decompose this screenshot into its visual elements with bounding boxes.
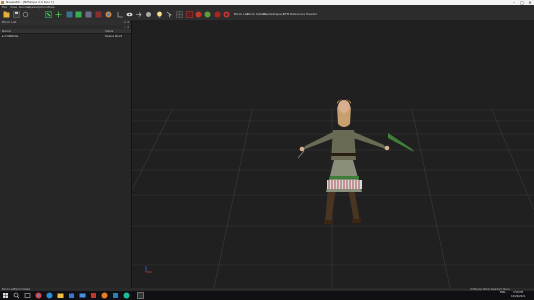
character-model bbox=[297, 99, 414, 224]
eye-icon[interactable] bbox=[126, 11, 133, 18]
windows-start-icon[interactable] bbox=[2, 292, 9, 299]
axes-icon[interactable] bbox=[117, 11, 124, 18]
tray-date[interactable]: 10/26/2021 bbox=[511, 295, 525, 300]
edge-icon[interactable] bbox=[46, 292, 53, 299]
grid-toggle-icon[interactable] bbox=[176, 11, 183, 18]
play-icon[interactable] bbox=[204, 11, 211, 18]
app-icon-red[interactable] bbox=[90, 292, 97, 299]
search-icon[interactable] bbox=[13, 292, 20, 299]
arrow-icon[interactable] bbox=[166, 11, 173, 18]
store-icon[interactable] bbox=[68, 292, 75, 299]
explorer-icon[interactable] bbox=[57, 292, 64, 299]
row-name: ▸ 0 NiNode bbox=[2, 34, 19, 38]
record-icon[interactable] bbox=[195, 11, 202, 18]
task-view-icon[interactable] bbox=[24, 292, 31, 299]
move-tool-icon[interactable] bbox=[55, 11, 62, 18]
tray-language[interactable]: ENG bbox=[500, 291, 505, 296]
specular-icon[interactable] bbox=[95, 11, 102, 18]
select-tool-icon[interactable] bbox=[45, 11, 52, 18]
hide-icon[interactable] bbox=[145, 11, 152, 18]
toolbar-kfm[interactable]: KFM bbox=[283, 11, 289, 18]
wireframe-icon[interactable] bbox=[66, 11, 73, 18]
app-icon bbox=[1, 1, 4, 4]
flip-icon[interactable] bbox=[135, 11, 142, 18]
open-file-icon[interactable] bbox=[3, 11, 10, 18]
light-bulb-icon[interactable] bbox=[156, 11, 163, 18]
bounding-box-icon[interactable] bbox=[186, 11, 193, 18]
render-viewport[interactable] bbox=[132, 20, 534, 288]
os-taskbar: ENG 3:58 PM 10/26/2021 bbox=[0, 291, 534, 300]
nifskope-taskbar-icon[interactable] bbox=[137, 292, 144, 299]
app-icon-teal[interactable] bbox=[123, 292, 130, 299]
viewport-scene bbox=[132, 99, 534, 288]
loop-icon[interactable] bbox=[223, 11, 230, 18]
column-value[interactable]: Value bbox=[105, 29, 113, 33]
chrome-icon[interactable] bbox=[35, 292, 42, 299]
reload-icon[interactable] bbox=[22, 11, 29, 18]
stop-icon[interactable] bbox=[214, 11, 221, 18]
row-value: Scene Root bbox=[105, 34, 122, 38]
table-row[interactable]: ▸ 0 NiNode Scene Root bbox=[0, 34, 131, 38]
app-icon-orange[interactable] bbox=[101, 292, 108, 299]
toolbar-reference-header[interactable]: Reference Header bbox=[290, 11, 317, 18]
mail-icon[interactable] bbox=[79, 292, 86, 299]
save-file-icon[interactable] bbox=[13, 11, 20, 18]
textures-icon[interactable] bbox=[75, 11, 82, 18]
color-wheel-icon[interactable] bbox=[105, 11, 112, 18]
column-name[interactable]: Name bbox=[2, 29, 11, 33]
block-list-panel: Block List ▫ ✕ ⌕ ✕ Name Value ▸ 0 NiNode… bbox=[0, 20, 132, 288]
app-icon-blue[interactable] bbox=[112, 292, 119, 299]
vertex-color-icon[interactable] bbox=[85, 11, 92, 18]
